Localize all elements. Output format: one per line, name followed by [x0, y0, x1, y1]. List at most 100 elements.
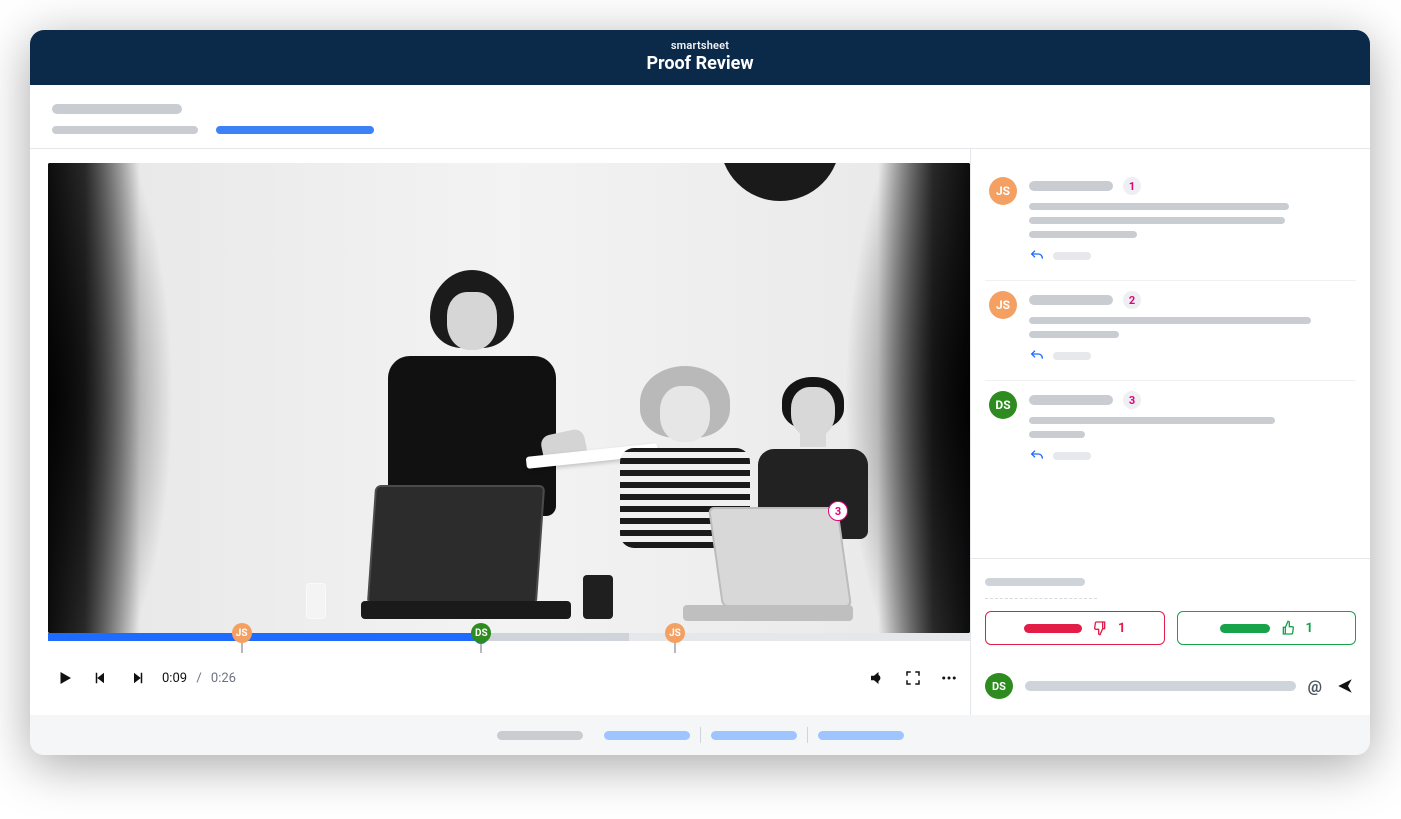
more-horizontal-icon — [940, 669, 958, 687]
time-separator: / — [196, 671, 201, 686]
reject-label-placeholder — [1024, 624, 1082, 633]
comment-actions — [1029, 448, 1352, 464]
frame-forward-button[interactable] — [126, 667, 148, 689]
subheader — [30, 85, 1370, 149]
comment-input-row: DS @ — [971, 659, 1370, 715]
volume-button[interactable] — [866, 667, 888, 689]
step-backward-icon — [92, 669, 110, 687]
proof-title-placeholder — [52, 104, 182, 114]
brand-text: smartsheet — [30, 39, 1370, 52]
time-display: 0:09 / 0:26 — [162, 671, 236, 686]
video-panel: 3 JS DS JS 0:09 — [30, 149, 970, 715]
foreground-left — [48, 163, 196, 633]
reply-label-placeholder[interactable] — [1053, 452, 1091, 460]
frame-back-button[interactable] — [90, 667, 112, 689]
fullscreen-icon — [904, 669, 922, 687]
footer-divider — [700, 727, 701, 743]
fullscreen-button[interactable] — [902, 667, 924, 689]
footer-link-placeholder[interactable] — [604, 731, 690, 740]
volume-icon — [868, 669, 886, 687]
approvals-section: 1 1 — [971, 558, 1370, 659]
timeline-marker-3[interactable]: JS — [665, 623, 685, 643]
comment-text — [1029, 417, 1352, 438]
reply-label-placeholder[interactable] — [1053, 252, 1091, 260]
comment-header: 1 — [1029, 177, 1352, 195]
annotation-pin-3[interactable]: 3 — [828, 501, 848, 521]
reply-icon[interactable] — [1029, 448, 1045, 464]
more-button[interactable] — [938, 667, 960, 689]
comment-header: 2 — [1029, 291, 1352, 309]
step-forward-icon — [128, 669, 146, 687]
play-icon — [56, 669, 74, 687]
comment-line-placeholder — [1029, 417, 1275, 424]
breadcrumb-active-placeholder — [216, 126, 374, 134]
comment-line-placeholder — [1029, 203, 1289, 210]
reply-label-placeholder[interactable] — [1053, 352, 1091, 360]
comment-line-placeholder — [1029, 231, 1137, 238]
comment-input[interactable] — [1025, 681, 1296, 691]
comments-list[interactable]: JS 1 JS 2 DS 3 — [971, 149, 1370, 558]
player-controls: 0:09 / 0:26 — [48, 641, 970, 701]
glass — [306, 583, 326, 619]
comment-header: 3 — [1029, 391, 1352, 409]
mug — [583, 575, 613, 619]
play-button[interactable] — [54, 667, 76, 689]
thumbs-up-icon — [1280, 620, 1296, 636]
video-frame-scene — [48, 163, 970, 633]
comment-body: 1 — [1029, 177, 1352, 264]
approve-button[interactable]: 1 — [1177, 611, 1357, 645]
timeline-marker-avatar: DS — [471, 623, 491, 643]
timeline-scrubber[interactable]: JS DS JS — [48, 625, 970, 641]
laptop-light — [675, 503, 845, 623]
reject-button[interactable]: 1 — [985, 611, 1165, 645]
footer-link-placeholder[interactable] — [711, 731, 797, 740]
approvals-heading-placeholder — [985, 578, 1085, 586]
footer-link-placeholder[interactable] — [818, 731, 904, 740]
timeline-marker-1[interactable]: JS — [232, 623, 252, 643]
footer-divider — [807, 727, 808, 743]
thumbs-down-icon — [1092, 620, 1108, 636]
comment-avatar: DS — [989, 391, 1017, 419]
comment-body: 2 — [1029, 291, 1352, 364]
comment-item[interactable]: JS 1 — [985, 167, 1356, 281]
video-player[interactable]: 3 — [48, 163, 970, 633]
laptop-dark — [371, 483, 581, 623]
comment-text — [1029, 317, 1352, 338]
page-title: Proof Review — [30, 53, 1370, 74]
approvals-divider — [985, 598, 1097, 599]
comment-body: 3 — [1029, 391, 1352, 464]
breadcrumb-placeholder — [52, 126, 198, 134]
comment-item[interactable]: JS 2 — [985, 281, 1356, 381]
comment-author-placeholder — [1029, 181, 1113, 191]
app-header: smartsheet Proof Review — [30, 30, 1370, 85]
total-time: 0:26 — [211, 671, 236, 686]
comment-index-badge: 2 — [1123, 291, 1141, 309]
footer-link-placeholder[interactable] — [497, 731, 583, 740]
input-avatar: DS — [985, 673, 1013, 699]
reply-icon[interactable] — [1029, 348, 1045, 364]
presenter-person — [388, 270, 556, 516]
main-body: 3 JS DS JS 0:09 — [30, 149, 1370, 715]
comment-avatar: JS — [989, 291, 1017, 319]
comment-avatar: JS — [989, 177, 1017, 205]
approve-label-placeholder — [1220, 624, 1270, 633]
comment-line-placeholder — [1029, 331, 1119, 338]
send-icon — [1336, 677, 1354, 695]
comment-actions — [1029, 348, 1352, 364]
comment-line-placeholder — [1029, 317, 1311, 324]
reply-icon[interactable] — [1029, 248, 1045, 264]
current-time: 0:09 — [162, 671, 187, 686]
timeline-marker-2[interactable]: DS — [471, 623, 491, 643]
footer-bar — [30, 715, 1370, 755]
mention-button[interactable]: @ — [1308, 677, 1322, 696]
timeline-marker-avatar: JS — [232, 623, 252, 643]
comment-text — [1029, 203, 1352, 238]
comment-index-badge: 3 — [1123, 391, 1141, 409]
timeline-played — [48, 633, 481, 641]
comment-line-placeholder — [1029, 431, 1085, 438]
comment-index-badge: 1 — [1123, 177, 1141, 195]
comment-item[interactable]: DS 3 — [985, 381, 1356, 480]
comment-actions — [1029, 248, 1352, 264]
timeline-marker-avatar: JS — [665, 623, 685, 643]
send-button[interactable] — [1334, 675, 1356, 697]
